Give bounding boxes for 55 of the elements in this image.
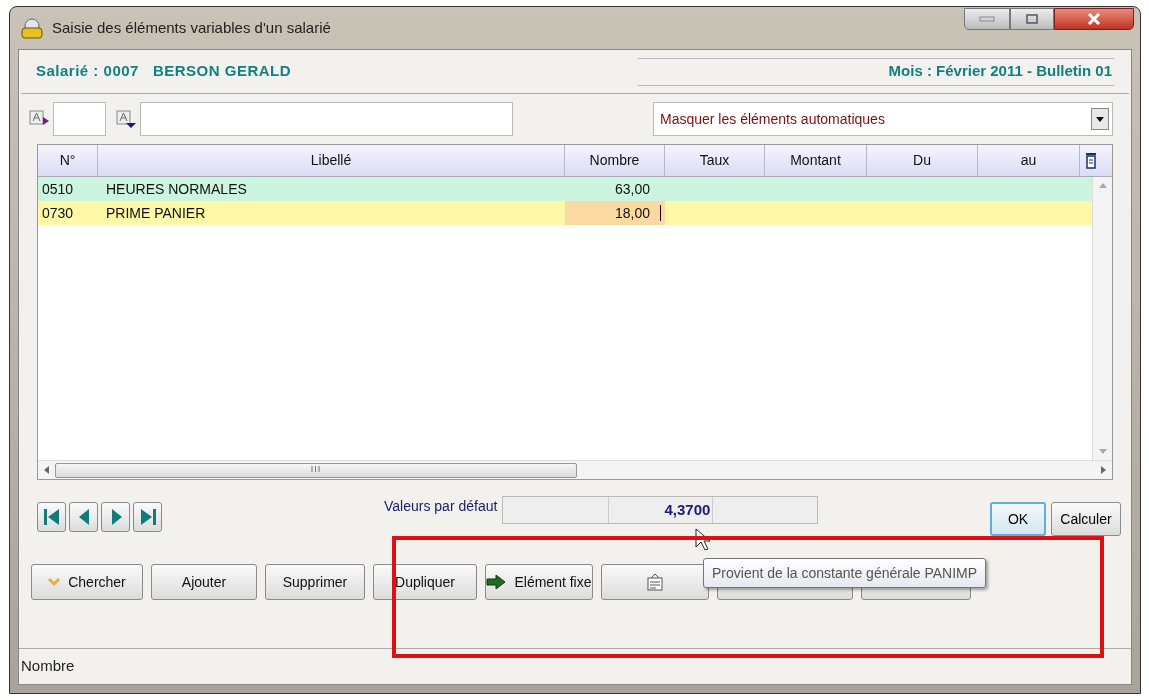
close-icon (1087, 13, 1101, 25)
action-button[interactable]: Ajouter (151, 564, 257, 600)
column-settings-icon[interactable] (1085, 152, 1097, 169)
arrow-icon (486, 575, 507, 589)
action-button[interactable]: Dupliquer (373, 564, 477, 600)
maximize-button[interactable] (1010, 8, 1054, 30)
action-button[interactable]: Chercher (31, 564, 143, 600)
table-row[interactable]: 0510 HEURES NORMALES 63,00 (38, 177, 1092, 201)
column-header[interactable]: Du (867, 145, 978, 176)
label-field[interactable] (140, 102, 513, 136)
table-cell-text: 0730 (41, 203, 74, 223)
scroll-right-icon[interactable] (1101, 466, 1106, 474)
table-cell-text: 0510 (41, 179, 74, 199)
minimize-icon (979, 16, 995, 22)
code-field[interactable] (53, 102, 106, 136)
calculate-button[interactable]: Calculer (1051, 502, 1121, 536)
column-header[interactable]: au (978, 145, 1080, 176)
window-title: Saisie des éléments variables d'un salarié (52, 17, 331, 38)
table-row[interactable]: 0730 PRIME PANIER 18,00 (38, 201, 1092, 225)
nav-button[interactable] (69, 502, 98, 532)
default-value: 4,3700 (664, 499, 711, 520)
maximize-icon (1026, 14, 1038, 24)
nav-button[interactable] (37, 502, 66, 532)
action-button[interactable]: Elément fixe (485, 564, 593, 600)
table-cell-text: HEURES NORMALES (105, 179, 247, 199)
tooltip: Provient de la constante générale PANIMP (703, 558, 987, 588)
column-header[interactable]: N° (38, 145, 98, 176)
app-icon (20, 17, 44, 39)
column-header[interactable]: Nombre (565, 145, 665, 176)
column-header[interactable]: Libellé (98, 145, 565, 176)
horizontal-scrollbar[interactable]: III (38, 460, 1112, 479)
form-button[interactable] (601, 564, 709, 600)
close-button[interactable] (1054, 8, 1134, 30)
nav-button[interactable] (101, 502, 130, 532)
scroll-thumb[interactable]: III (55, 462, 577, 478)
status-text: Nombre (21, 656, 75, 677)
nav-button[interactable] (133, 502, 162, 532)
column-header[interactable]: Taux (665, 145, 765, 176)
chevron-icon (48, 577, 61, 587)
table-cell-text: 63,00 (614, 179, 651, 199)
ok-button[interactable]: OK (990, 502, 1046, 536)
text-cursor (660, 205, 661, 221)
defaults-label: Valeurs par défaut (384, 497, 498, 516)
text-style-icon (116, 109, 138, 129)
table-cell-text: PRIME PANIER (105, 203, 206, 223)
employee-label: Salarié : 0007 BERSON GERALD (36, 61, 292, 82)
form-icon (647, 573, 663, 591)
mouse-pointer-icon (695, 528, 711, 552)
minimize-button[interactable] (964, 8, 1010, 30)
table-cell-text: 18,00 (614, 203, 651, 223)
period-label: Mois : Février 2011 - Bulletin 01 (888, 61, 1112, 82)
filter-dropdown[interactable]: Masquer les éléments automatiques (653, 102, 1113, 136)
scroll-left-icon[interactable] (44, 466, 49, 474)
action-button[interactable]: Supprimer (265, 564, 365, 600)
column-header[interactable]: Montant (765, 145, 867, 176)
